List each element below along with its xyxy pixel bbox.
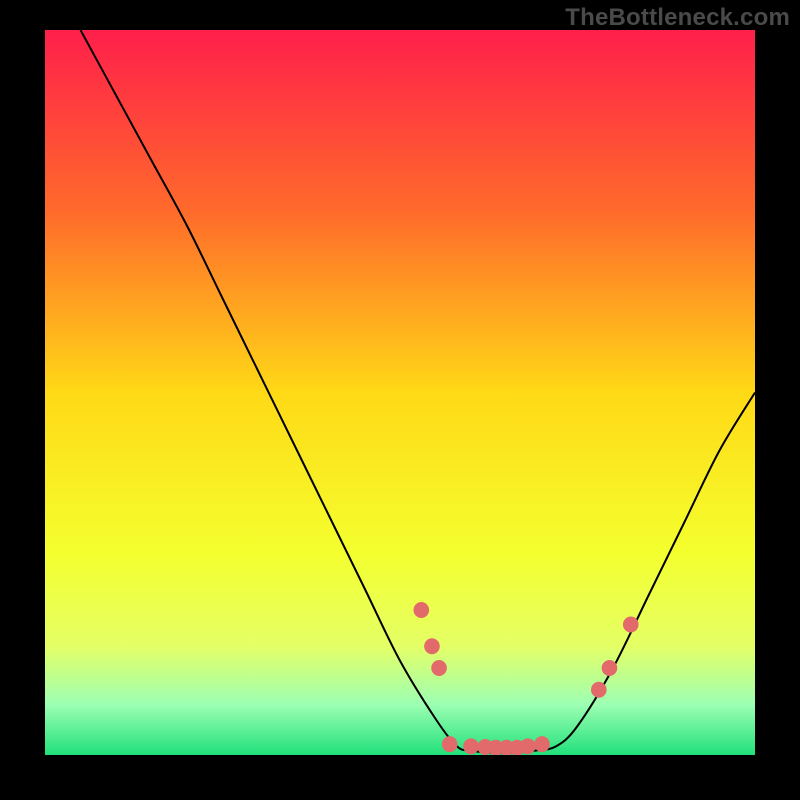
chart-background bbox=[45, 30, 755, 755]
data-marker bbox=[413, 602, 429, 618]
data-marker bbox=[431, 660, 447, 676]
plot-area bbox=[45, 30, 755, 755]
data-marker bbox=[591, 682, 607, 698]
chart-frame: TheBottleneck.com bbox=[0, 0, 800, 800]
data-marker bbox=[442, 736, 458, 752]
data-marker bbox=[623, 617, 639, 633]
data-marker bbox=[463, 738, 479, 754]
data-marker bbox=[424, 638, 440, 654]
data-marker bbox=[520, 738, 536, 754]
data-marker bbox=[534, 736, 550, 752]
data-marker bbox=[602, 660, 618, 676]
chart-svg bbox=[45, 30, 755, 755]
watermark-text: TheBottleneck.com bbox=[565, 4, 790, 32]
